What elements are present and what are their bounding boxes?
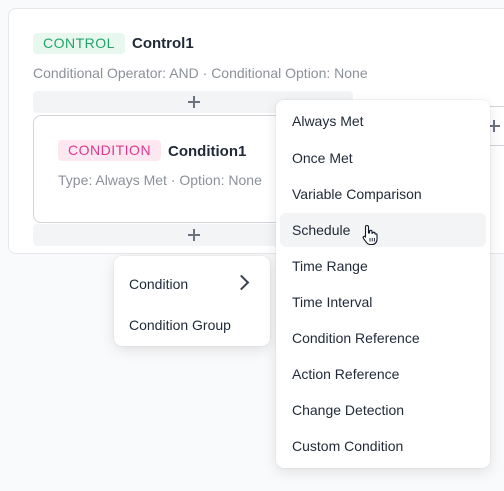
menu-item-once-met[interactable]: Once Met: [280, 141, 486, 175]
menu-item-schedule[interactable]: Schedule: [280, 213, 486, 247]
plus-icon: [187, 228, 201, 242]
menu-item-change-detection[interactable]: Change Detection: [280, 393, 486, 427]
menu-item-custom-condition[interactable]: Custom Condition: [280, 429, 486, 463]
condition-type-menu: Always Met Once Met Variable Comparison …: [276, 100, 490, 468]
menu-item-time-interval[interactable]: Time Interval: [280, 285, 486, 319]
menu-item-condition[interactable]: Condition: [129, 276, 188, 292]
control-meta: Conditional Operator: AND · Conditional …: [33, 65, 368, 81]
menu-item-variable-comparison[interactable]: Variable Comparison: [280, 177, 486, 211]
add-menu: Condition Condition Group: [114, 256, 270, 346]
condition-badge: CONDITION: [58, 140, 162, 161]
condition-title: Condition1: [168, 143, 247, 160]
chevron-right-icon: [233, 274, 250, 291]
control-title: Control1: [132, 35, 194, 52]
plus-icon: [187, 95, 201, 109]
control-badge: CONTROL: [33, 33, 125, 54]
menu-item-condition-group[interactable]: Condition Group: [129, 317, 231, 333]
menu-item-time-range[interactable]: Time Range: [280, 249, 486, 283]
menu-item-action-reference[interactable]: Action Reference: [280, 357, 486, 391]
menu-item-condition-reference[interactable]: Condition Reference: [280, 321, 486, 355]
condition-meta: Type: Always Met · Option: None: [58, 172, 262, 188]
hand-pointer-icon: [362, 224, 378, 246]
menu-item-always-met[interactable]: Always Met: [280, 104, 486, 138]
